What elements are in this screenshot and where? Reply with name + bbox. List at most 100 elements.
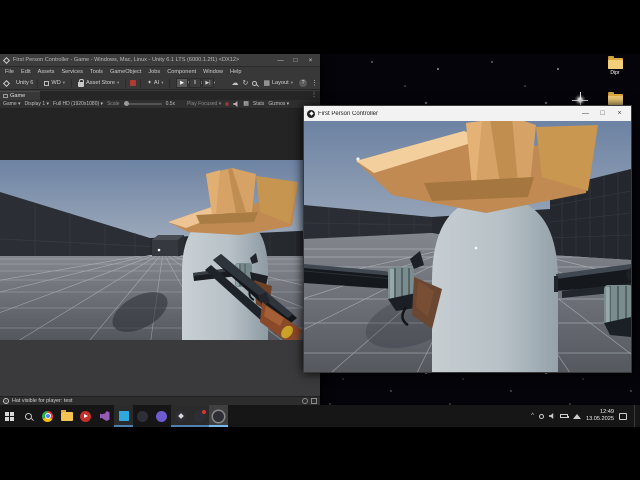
menu-edit[interactable]: Edit (21, 69, 31, 75)
mute-audio-icon[interactable] (233, 101, 238, 107)
letterbox-bottom (0, 340, 320, 396)
game-viewport[interactable] (0, 109, 320, 396)
taskbar-visual-studio[interactable] (95, 405, 114, 427)
desktop[interactable]: Dipr First Person Controller - Game - Wi… (0, 54, 640, 405)
dark-app-icon (137, 410, 148, 422)
play-focused-dropdown[interactable]: Play Focused ▾ (187, 101, 221, 107)
taskbar-vscode[interactable] (114, 405, 133, 427)
action-center-icon[interactable] (619, 412, 627, 420)
scale-slider-knob[interactable] (123, 101, 129, 106)
people-tray-icon[interactable] (539, 413, 544, 419)
chrome-icon (42, 410, 53, 422)
console-status-message[interactable]: Hat visible for player: test (12, 398, 299, 404)
taskbar: ^ 12:49 13.05.2025 (0, 405, 640, 427)
editor-statusbar[interactable]: ! Hat visible for player: test (0, 396, 320, 405)
network-icon[interactable] (573, 413, 581, 419)
capture-icon[interactable] (225, 102, 230, 106)
chevron-down-icon: ▾ (62, 80, 66, 85)
asset-store-dropdown[interactable]: Asset Store ▾ (76, 78, 121, 88)
media-player-icon (80, 410, 91, 422)
account-dropdown[interactable]: WD ▾ (42, 78, 67, 88)
scale-slider[interactable] (123, 101, 162, 106)
player-viewport[interactable] (304, 121, 631, 372)
folder-icon (607, 92, 623, 105)
asset-store-icon (78, 78, 85, 87)
ai-dropdown[interactable]: ✦ AI ▾ (145, 78, 165, 88)
file-explorer-icon (60, 409, 73, 421)
game-view-icon (3, 94, 8, 98)
view-mode-dropdown[interactable]: Game ▾ (3, 101, 21, 107)
maximize-button[interactable]: □ (594, 107, 611, 121)
taskbar-file-explorer[interactable] (57, 405, 76, 427)
taskbar-unity-hub[interactable] (171, 405, 190, 427)
desktop-folder-1[interactable]: Dipr (602, 56, 628, 76)
menu-window[interactable]: Window (203, 69, 223, 75)
pause-button[interactable]: ‖ (189, 78, 201, 88)
gizmos-dropdown[interactable]: Gizmos ▾ (268, 101, 289, 107)
maximize-button[interactable]: □ (288, 54, 303, 66)
search-icon[interactable] (252, 80, 258, 86)
chevron-down-icon: ▾ (161, 80, 164, 85)
more-menu-icon[interactable]: ⋮ (311, 80, 318, 87)
remote-player-capsule (432, 197, 558, 372)
chevron-down-icon: ▾ (290, 80, 293, 85)
menu-component[interactable]: Component (167, 69, 196, 75)
close-button[interactable]: × (303, 54, 318, 66)
menu-gameobject[interactable]: GameObject (110, 69, 141, 75)
recorder-icon (194, 409, 206, 422)
editor-game-scene (0, 160, 320, 340)
show-desktop-button[interactable] (634, 405, 637, 427)
unity-editor-window: First Person Controller - Game - Windows… (0, 54, 320, 405)
windows-logo-icon (5, 411, 14, 421)
desktop-folder-2[interactable] (602, 92, 628, 105)
display-dropdown[interactable]: Display 1 ▾ (25, 101, 49, 107)
taskbar-recorder[interactable] (190, 405, 209, 427)
battery-icon[interactable] (560, 414, 569, 418)
unity-version-button[interactable]: Unity 6 (16, 80, 33, 86)
menu-assets[interactable]: Assets (38, 69, 55, 75)
play-button[interactable]: ▶ (176, 78, 188, 88)
taskbar-clock[interactable]: 12:49 13.05.2025 (586, 409, 614, 424)
help-icon[interactable]: ? (299, 79, 307, 87)
player-titlebar[interactable]: First Person Controller — □ × (304, 106, 631, 121)
menu-help[interactable]: Help (230, 69, 242, 75)
system-tray: ^ 12:49 13.05.2025 (531, 405, 640, 427)
scale-value: 0.5x (165, 101, 176, 107)
menu-file[interactable]: File (5, 69, 14, 75)
menu-jobs[interactable]: Jobs (148, 69, 160, 75)
unity-logo-icon (2, 56, 11, 64)
vsync-grid-icon[interactable]: ▦ (243, 101, 249, 107)
taskbar-chrome[interactable] (38, 405, 57, 427)
menu-tools[interactable]: Tools (90, 69, 103, 75)
menu-services[interactable]: Services (61, 69, 82, 75)
desktop-folder-label: Dipr (610, 70, 620, 76)
volume-icon[interactable] (549, 413, 554, 419)
crosshair-dot (157, 248, 161, 252)
cloud-icon[interactable]: ☁ (231, 80, 238, 87)
taskbar-search-button[interactable] (19, 405, 38, 427)
taskbar-game-window[interactable] (209, 405, 228, 427)
editor-titlebar[interactable]: First Person Controller - Game - Windows… (0, 54, 320, 67)
panel-more-icon[interactable]: ⋮ (311, 91, 317, 98)
editor-window-title: First Person Controller - Game - Windows… (13, 57, 240, 63)
minimize-button[interactable]: — (577, 107, 594, 121)
history-icon[interactable]: ↻ (242, 80, 248, 87)
close-button[interactable]: × (611, 107, 628, 121)
step-button[interactable]: ▶| (202, 78, 214, 88)
stats-button[interactable]: Stats (253, 101, 264, 107)
minimize-button[interactable]: — (273, 54, 288, 66)
layout-dropdown[interactable]: ▦ Layout ▾ (261, 78, 295, 88)
unity-app-icon (307, 109, 315, 118)
taskbar-app-purple[interactable] (152, 405, 171, 427)
taskbar-app-dark[interactable] (133, 405, 152, 427)
layout-grid-icon: ▦ (263, 79, 270, 87)
resolution-dropdown[interactable]: Full HD (1920x1080) ▾ (53, 101, 103, 107)
tray-expand-icon[interactable]: ^ (531, 413, 534, 419)
start-button[interactable] (0, 405, 19, 427)
activity-icon[interactable] (302, 398, 308, 404)
taskbar-media-app[interactable] (76, 405, 95, 427)
record-status-icon[interactable] (130, 80, 137, 86)
tab-game[interactable]: Game (0, 91, 40, 100)
console-icon[interactable] (311, 398, 317, 404)
purple-app-icon (156, 410, 167, 422)
